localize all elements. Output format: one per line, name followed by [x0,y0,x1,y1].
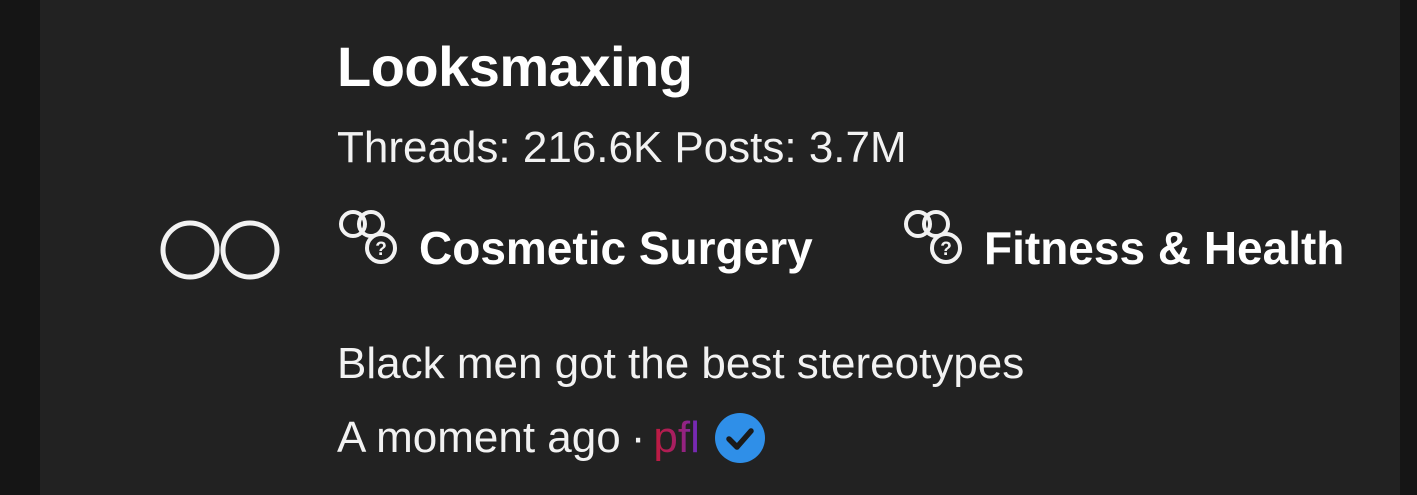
forum-bubble-icon: ? [339,210,397,264]
forum-card[interactable]: Looksmaxing Threads: 216.6K Posts: 3.7M ?… [40,0,1400,495]
forum-title[interactable]: Looksmaxing [337,32,693,102]
page: Looksmaxing Threads: 216.6K Posts: 3.7M ?… [0,0,1417,495]
verified-check-icon [714,413,765,463]
infinity-rings-icon [160,220,280,280]
svg-text:?: ? [375,239,387,260]
latest-thread-time: A moment ago [337,413,621,462]
subforum-label: Fitness & Health [984,222,1345,274]
threads-count: Threads: 216.6K [337,123,663,172]
subforum-label: Cosmetic Surgery [419,222,813,274]
subforum-link-cosmetic-surgery[interactable]: ? Cosmetic Surgery [337,208,813,278]
subforum-link-fitness-health[interactable]: ? Fitness & Health [902,208,1344,278]
forum-stats: Threads: 216.6K Posts: 3.7M [337,120,919,176]
svg-text:?: ? [940,239,952,260]
posts-count: Posts: 3.7M [674,123,907,172]
meta-separator: · [630,413,646,462]
latest-thread-meta: A moment ago · pfl [337,408,766,468]
forum-bubble-icon: ? [904,210,962,264]
latest-thread-username[interactable]: pfl [653,410,699,466]
latest-thread-title[interactable]: Black men got the best stereotypes [337,336,1024,392]
